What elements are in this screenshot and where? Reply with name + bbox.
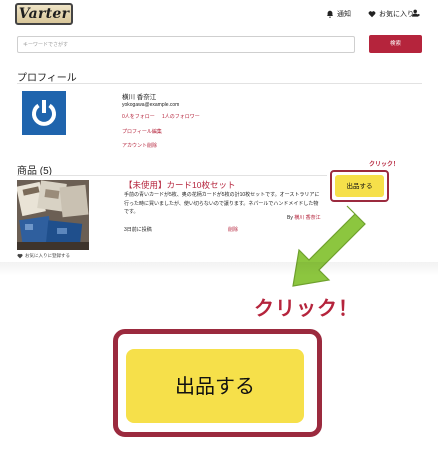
divider: [17, 83, 422, 84]
favorites-label: お気に入り: [379, 11, 414, 18]
search-input[interactable]: [17, 36, 355, 53]
divider: [17, 175, 327, 176]
search-button[interactable]: 検索: [369, 35, 422, 53]
sell-button-zoomed[interactable]: 出品する: [126, 349, 304, 423]
highlight-frame-large: 出品する: [113, 329, 322, 437]
profile-section-title: プロフィール: [17, 73, 77, 84]
arrow-down-left-icon: [292, 205, 366, 287]
delete-product-link[interactable]: 削除: [228, 226, 238, 233]
profile-email: yokogawa@example.com: [122, 102, 180, 108]
power-icon: [32, 100, 56, 126]
user-menu[interactable]: [412, 9, 420, 17]
heart-icon: [368, 11, 376, 18]
following-link[interactable]: 0人をフォロー: [122, 113, 155, 120]
favorites-link[interactable]: お気に入り: [368, 9, 414, 19]
click-callout-small: クリック！: [369, 161, 400, 168]
click-callout-large: クリック！: [254, 296, 359, 320]
highlight-frame-small: 出品する: [330, 170, 389, 202]
sell-button[interactable]: 出品する: [335, 175, 384, 197]
delete-account-link[interactable]: アカウント削除: [122, 142, 157, 149]
edit-profile-link[interactable]: プロフィール編集: [122, 128, 162, 135]
product-title[interactable]: 【未使用】カード10枚セット: [124, 179, 235, 191]
posted-time: 3日前に投稿: [124, 227, 152, 233]
app-logo[interactable]: Varter: [15, 3, 73, 25]
heart-icon: [17, 253, 23, 259]
bell-icon: [326, 10, 334, 18]
favorite-register-link[interactable]: お気に入りに登録する: [17, 253, 70, 259]
product-photo: [17, 180, 89, 250]
followers-link[interactable]: 1人のフォロワー: [162, 113, 200, 120]
profile-name: 横川 香奈江: [122, 94, 157, 101]
notifications-label: 通知: [337, 11, 351, 18]
user-settings-icon: [412, 9, 420, 17]
section-shadow: [0, 262, 438, 276]
avatar: [22, 91, 66, 135]
notifications-link[interactable]: 通知: [326, 9, 351, 19]
product-thumbnail[interactable]: [17, 180, 89, 250]
favorite-register-label: お気に入りに登録する: [25, 253, 70, 258]
